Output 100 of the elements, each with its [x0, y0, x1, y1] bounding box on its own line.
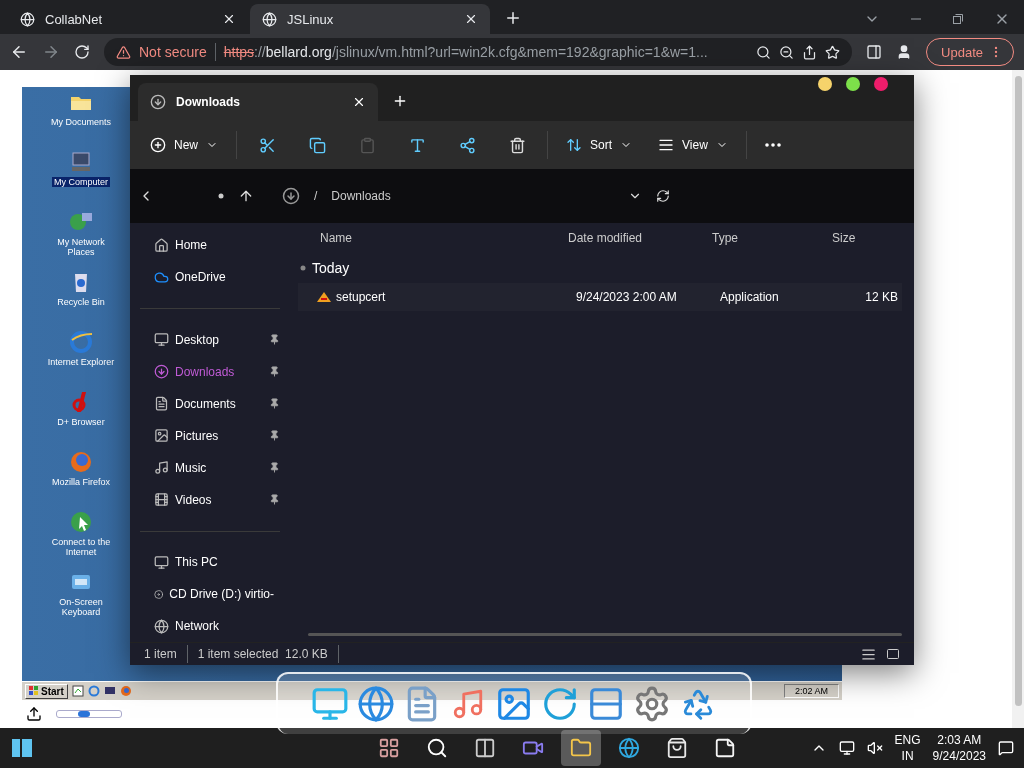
column-header[interactable]: Size — [832, 231, 902, 245]
url-text: https://bellard.org/jslinux/vm.html?url=win2k.cfg&mem=192&graphic=1&w=1... — [223, 44, 708, 60]
copy-icon — [308, 136, 326, 154]
table-cell-text: Application — [720, 290, 780, 304]
recycle-icon[interactable] — [681, 687, 715, 721]
firefox-icon[interactable] — [119, 685, 132, 697]
sidebar-item[interactable]: Desktop — [140, 323, 280, 356]
settings-icon[interactable] — [633, 685, 671, 723]
sidebar-item[interactable]: Home — [140, 229, 280, 261]
network-icon[interactable] — [838, 740, 855, 756]
desktop-icon-label[interactable]: On-Screen Keyboard — [44, 597, 118, 617]
forward-icon[interactable] — [42, 43, 60, 61]
status-text: 1 item selected 12.0 KB — [197, 647, 328, 661]
ie-icon[interactable] — [68, 329, 94, 355]
quick-launch-icon[interactable] — [71, 685, 84, 697]
start-icon[interactable] — [10, 736, 34, 760]
sidebar-item[interactable]: Pictures — [140, 419, 280, 452]
scissors-icon — [258, 136, 276, 154]
refresh-icon[interactable] — [656, 189, 670, 203]
store-icon — [666, 737, 689, 759]
group-header: Today — [312, 260, 350, 276]
side-panel-icon[interactable] — [866, 44, 883, 60]
close-button[interactable] — [874, 77, 888, 91]
breadcrumb[interactable]: Downloads — [331, 189, 391, 203]
table-cell-text: 12 KB — [864, 290, 899, 304]
lines-icon — [658, 137, 675, 153]
upload-icon[interactable] — [26, 706, 42, 722]
reload-icon[interactable] — [74, 44, 90, 60]
sidebar-item[interactable]: Videos — [140, 483, 280, 516]
globe-icon[interactable] — [357, 685, 395, 723]
close-icon[interactable] — [352, 95, 366, 109]
sidebar-item[interactable]: OneDrive — [140, 261, 280, 293]
home-icon — [154, 237, 169, 253]
sidebar-item[interactable]: This PC — [140, 546, 280, 578]
column-header[interactable]: Name — [320, 231, 568, 245]
notification-icon[interactable] — [998, 740, 1014, 756]
share-icon[interactable] — [802, 44, 818, 60]
table-cell-text: 9/24/2023 2:00 AM — [576, 290, 678, 304]
slider[interactable] — [56, 710, 122, 718]
film-icon — [154, 492, 169, 507]
details-view-icon[interactable] — [861, 646, 876, 662]
address-bar[interactable]: Not secure https://bellard.org/jslinux/vm.html?url=win2k.cfg&mem=192&graphic=1&w=1... — [104, 38, 853, 66]
desktop-icon-label[interactable]: Recycle Bin — [55, 297, 107, 307]
clock-text: 2:02 AM — [783, 684, 839, 698]
close-icon[interactable] — [464, 12, 478, 26]
desktop-icon-label[interactable]: My Computer — [52, 177, 110, 187]
browser-tab[interactable]: CollabNet — [8, 4, 248, 34]
music-icon[interactable] — [451, 687, 485, 721]
desktop-icon-label[interactable]: Connect to the Internet — [44, 537, 118, 557]
minimize-button[interactable] — [818, 77, 832, 91]
monitor-icon — [154, 332, 169, 347]
mute-icon[interactable] — [866, 740, 883, 756]
browser-tab[interactable]: JSLinux — [250, 4, 490, 34]
sidebar-item[interactable]: Network — [140, 610, 280, 642]
taskbar-app-button[interactable] — [561, 730, 602, 766]
sort-button[interactable]: Sort — [558, 129, 641, 161]
desktop-icon-label[interactable]: Mozilla Firefox — [50, 477, 112, 487]
restore-icon[interactable] — [952, 13, 964, 25]
desktop-icon-label[interactable]: My Network Places — [44, 237, 118, 257]
sidebar-item[interactable]: Downloads — [140, 355, 280, 388]
up-icon[interactable] — [238, 188, 254, 204]
star-icon[interactable] — [825, 44, 841, 60]
sidebar-item[interactable]: Documents — [140, 387, 280, 420]
column-header[interactable]: Type — [712, 231, 832, 245]
windows-icon — [474, 737, 497, 759]
image-icon[interactable] — [495, 685, 533, 723]
file-row[interactable]: setupcert 9/24/2023 2:00 AM Application 12 KB — [298, 283, 902, 311]
warning-icon — [116, 44, 131, 60]
windows-logo-icon — [29, 686, 39, 696]
close-icon[interactable] — [222, 12, 236, 26]
start-button[interactable]: Start — [25, 683, 68, 699]
clock[interactable]: 2:03 AM 9/24/2023 — [932, 732, 986, 764]
tiles-view-icon[interactable] — [886, 647, 900, 661]
column-header[interactable]: Date modified — [568, 231, 712, 245]
monitor-icon — [154, 554, 169, 570]
folder-icon — [570, 737, 593, 759]
new-tab-icon[interactable] — [504, 9, 522, 27]
language-indicator[interactable]: ENG IN — [894, 732, 921, 764]
search-icon[interactable] — [756, 44, 772, 60]
new-tab-icon[interactable] — [392, 93, 408, 109]
sidebar-item[interactable]: CD Drive (D:) virtio- — [140, 578, 280, 610]
cloud-icon — [154, 269, 169, 285]
view-button[interactable]: View — [650, 129, 736, 161]
monitor-icon[interactable] — [103, 685, 116, 697]
more-icon — [764, 143, 781, 147]
maximize-button[interactable] — [846, 77, 860, 91]
connect-icon[interactable] — [68, 509, 94, 535]
trash-icon — [508, 136, 526, 154]
file-name: setupcert — [336, 290, 386, 304]
sidebar-item[interactable]: Music — [140, 451, 280, 484]
rename-icon — [408, 136, 426, 154]
back-icon[interactable] — [10, 43, 28, 61]
desktop-icon-label[interactable]: My Documents — [49, 117, 113, 127]
new-button[interactable]: New — [142, 129, 226, 161]
security-label: Not secure — [139, 44, 207, 60]
explorer-tab[interactable]: Downloads — [138, 83, 378, 121]
desktop-icon-label[interactable]: Internet Explorer — [45, 357, 117, 367]
desktop-icon-label[interactable]: D+ Browser — [55, 417, 107, 427]
dot-icon — [300, 265, 306, 271]
zoom-out-icon[interactable] — [779, 44, 795, 60]
